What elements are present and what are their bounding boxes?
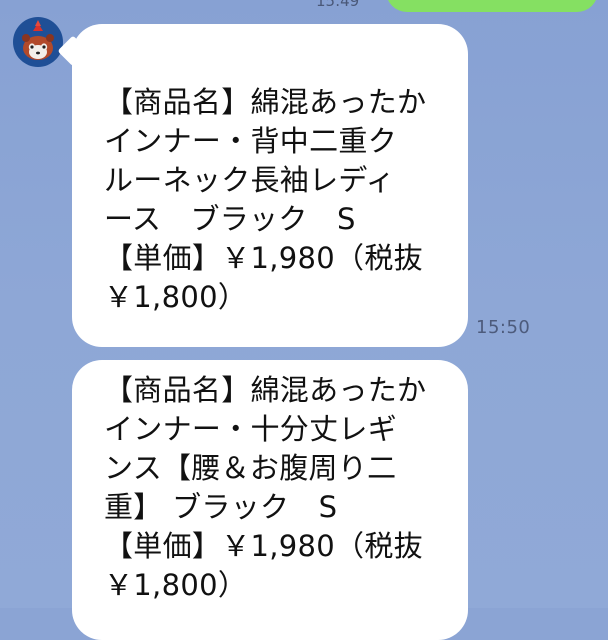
avatar[interactable] <box>13 17 63 67</box>
received-message-bubble[interactable]: 【商品名】綿混あったか インナー・背中二重ク ルーネック長袖レディ ース ブラッ… <box>72 24 468 347</box>
message-line: 重】 ブラック S <box>104 490 338 524</box>
message-line: ース ブラック S <box>104 202 356 236</box>
message-line: 【商品名】綿混あったか <box>104 373 427 407</box>
message-line: 【単価】￥1,980（税抜 <box>104 529 423 563</box>
sent-message-time: 15:49 <box>316 0 360 10</box>
message-line: 【単価】￥1,980（税抜 <box>104 241 423 275</box>
message-line: ルーネック長袖レディ <box>104 163 395 197</box>
message-text: 【商品名】綿混あったか インナー・十分丈レギ ンス【腰＆お腹周り二 重】 ブラッ… <box>104 360 436 605</box>
message-line: インナー・十分丈レギ <box>104 412 398 446</box>
message-text: 【商品名】綿混あったか インナー・背中二重ク ルーネック長袖レディ ース ブラッ… <box>104 24 436 317</box>
sent-message-bubble[interactable] <box>386 0 598 12</box>
red-panda-icon <box>22 20 54 60</box>
message-line: ￥1,800） <box>104 568 248 602</box>
message-line: 【商品名】綿混あったか <box>104 85 427 119</box>
message-line: インナー・背中二重ク <box>104 124 398 158</box>
received-message-bubble[interactable]: 【商品名】綿混あったか インナー・十分丈レギ ンス【腰＆お腹周り二 重】 ブラッ… <box>72 360 468 640</box>
message-line: ￥1,800） <box>104 280 248 314</box>
message-line: ンス【腰＆お腹周り二 <box>104 451 397 485</box>
message-time: 15:50 <box>476 317 531 338</box>
chat-area[interactable]: 15:49 【商品名】綿混あったか インナー・背中二重ク ルーネック長袖レディ … <box>0 0 608 640</box>
